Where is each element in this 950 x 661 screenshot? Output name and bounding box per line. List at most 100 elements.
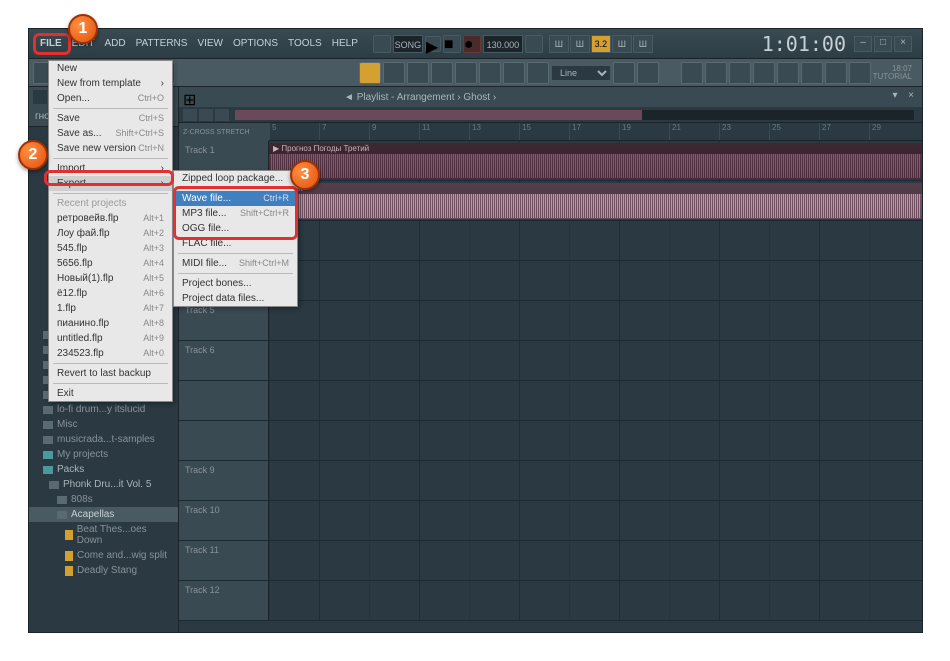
file-menu-item[interactable]: New from template›: [49, 76, 172, 91]
tool-icon[interactable]: [637, 62, 659, 84]
file-menu-item[interactable]: Лоу фай.flpAlt+2: [49, 226, 172, 241]
record-button[interactable]: ●: [463, 35, 481, 53]
tool-icon[interactable]: [801, 62, 823, 84]
file-menu-item[interactable]: 234523.flpAlt+0: [49, 346, 172, 361]
tool-icon[interactable]: [527, 62, 549, 84]
playlist-tool-icon[interactable]: ⊞: [183, 90, 197, 104]
browser-folder[interactable]: musicrada...t-samples: [29, 432, 178, 447]
pattern-btn-1[interactable]: Ш: [549, 35, 569, 53]
file-menu-item[interactable]: Open...Ctrl+O: [49, 91, 172, 106]
export-menu-item[interactable]: MP3 file...Shift+Ctrl+R: [174, 206, 297, 221]
close-icon[interactable]: ×: [894, 36, 912, 52]
track-header[interactable]: Track 11: [179, 541, 269, 580]
tool-icon[interactable]: [479, 62, 501, 84]
tool-icon[interactable]: [729, 62, 751, 84]
track-header[interactable]: Track 6: [179, 341, 269, 380]
audio-clip[interactable]: ▶ Ghost: [269, 183, 922, 219]
track-header[interactable]: Track 10: [179, 501, 269, 540]
audio-clip[interactable]: ▶ Прогноз Погоды Третий: [269, 143, 922, 179]
menu-view[interactable]: VIEW: [192, 34, 228, 53]
tool-icon[interactable]: [455, 62, 477, 84]
export-menu-item[interactable]: Project bones...: [174, 276, 297, 291]
pattern-btn-5[interactable]: Ш: [633, 35, 653, 53]
menu-help[interactable]: HELP: [327, 34, 363, 53]
tempo-display[interactable]: 130.000: [483, 35, 523, 53]
browser-folder[interactable]: lo-fi drum...y itslucid: [29, 402, 178, 417]
browser-folder[interactable]: My projects: [29, 447, 178, 462]
file-menu-item[interactable]: Import›: [49, 161, 172, 176]
line-mode-select[interactable]: Line: [551, 65, 611, 81]
file-menu-item[interactable]: Save new versionCtrl+N: [49, 141, 172, 156]
track-header[interactable]: Track 9: [179, 461, 269, 500]
playlist-tool-icon[interactable]: [234, 90, 248, 104]
file-menu-item[interactable]: ретровейв.flpAlt+1: [49, 211, 172, 226]
menu-file[interactable]: FILE: [35, 34, 67, 53]
tool-icon[interactable]: [431, 62, 453, 84]
track-header[interactable]: [179, 421, 269, 460]
menu-options[interactable]: OPTIONS: [228, 34, 283, 53]
mode-display[interactable]: SONG: [393, 35, 423, 53]
track-content[interactable]: [269, 501, 922, 540]
track-content[interactable]: ▶ Ghost: [269, 181, 922, 220]
track-content[interactable]: [269, 541, 922, 580]
browser-file[interactable]: Beat Thes...oes Down: [29, 522, 178, 548]
timeline-ruler[interactable]: 57911131517192123252729: [269, 123, 922, 141]
maximize-icon[interactable]: □: [874, 36, 892, 52]
track-header[interactable]: Track 12: [179, 581, 269, 620]
file-menu-item[interactable]: Exit: [49, 386, 172, 401]
pattern-btn-3[interactable]: 3.2: [591, 35, 611, 53]
export-menu-item[interactable]: MIDI file...Shift+Ctrl+M: [174, 256, 297, 271]
track-content[interactable]: [269, 341, 922, 380]
export-menu-item[interactable]: FLAC file...: [174, 236, 297, 251]
file-menu-item[interactable]: Новый(1).flpAlt+5: [49, 271, 172, 286]
browser-subfolder[interactable]: 808s: [29, 492, 178, 507]
menu-tools[interactable]: TOOLS: [283, 34, 327, 53]
playlist-nav-icon[interactable]: [183, 109, 197, 121]
browser-file[interactable]: Come and...wig split: [29, 548, 178, 563]
export-menu-item[interactable]: Project data files...: [174, 291, 297, 306]
track-content[interactable]: [269, 381, 922, 420]
browser-tool-icon[interactable]: [33, 90, 47, 104]
browser-folder-open[interactable]: Phonk Dru...it Vol. 5: [29, 477, 178, 492]
file-menu-item[interactable]: 1.flpAlt+7: [49, 301, 172, 316]
playlist-nav-icon[interactable]: [215, 109, 229, 121]
track-content[interactable]: [269, 221, 922, 260]
tool-icon[interactable]: [503, 62, 525, 84]
playlist-close-icon[interactable]: ×: [904, 90, 918, 104]
file-menu-item[interactable]: untitled.flpAlt+9: [49, 331, 172, 346]
track-content[interactable]: ▶ Прогноз Погоды Третий: [269, 141, 922, 180]
tool-icon[interactable]: [383, 62, 405, 84]
file-menu-item[interactable]: New: [49, 61, 172, 76]
file-menu-item[interactable]: SaveCtrl+S: [49, 111, 172, 126]
tool-icon[interactable]: [849, 62, 871, 84]
tool-icon[interactable]: [753, 62, 775, 84]
browser-subfolder-selected[interactable]: Acapellas: [29, 507, 178, 522]
tool-icon-active[interactable]: [359, 62, 381, 84]
playlist-menu-icon[interactable]: ▾: [888, 90, 902, 104]
knob-icon[interactable]: [373, 35, 391, 53]
time-display[interactable]: 1:01:00: [754, 32, 854, 56]
pattern-btn-4[interactable]: Ш: [612, 35, 632, 53]
browser-folder[interactable]: Misc: [29, 417, 178, 432]
playlist-nav-icon[interactable]: [199, 109, 213, 121]
tool-icon[interactable]: [407, 62, 429, 84]
track-header[interactable]: [179, 381, 269, 420]
file-menu-item[interactable]: пианино.flpAlt+8: [49, 316, 172, 331]
track-content[interactable]: [269, 301, 922, 340]
export-menu-item[interactable]: Zipped loop package...: [174, 171, 297, 186]
playlist-tool-icon[interactable]: [285, 90, 299, 104]
track-content[interactable]: [269, 461, 922, 500]
menu-patterns[interactable]: PATTERNS: [131, 34, 193, 53]
tool-icon[interactable]: [777, 62, 799, 84]
file-menu-item[interactable]: ё12.flpAlt+6: [49, 286, 172, 301]
track-overview[interactable]: [235, 110, 914, 120]
browser-file[interactable]: Deadly Stang: [29, 563, 178, 578]
minimize-icon[interactable]: –: [854, 36, 872, 52]
file-menu-item[interactable]: Revert to last backup: [49, 366, 172, 381]
playlist-tool-icon[interactable]: [200, 90, 214, 104]
track-content[interactable]: [269, 421, 922, 460]
file-menu-item[interactable]: 545.flpAlt+3: [49, 241, 172, 256]
browser-folder-open[interactable]: Packs: [29, 462, 178, 477]
track-content[interactable]: [269, 581, 922, 620]
metronome-icon[interactable]: [525, 35, 543, 53]
